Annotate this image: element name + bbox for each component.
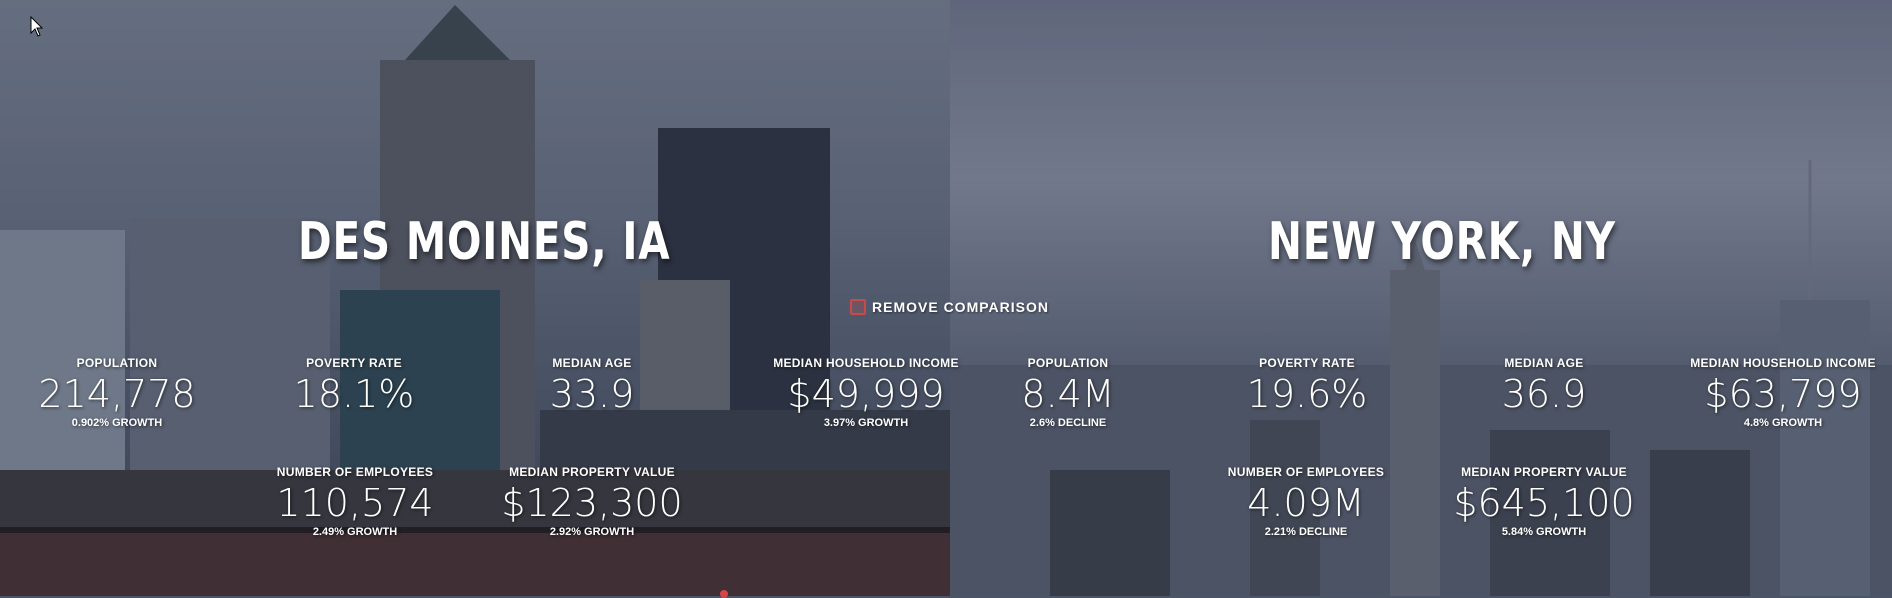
stat-label: MEDIAN AGE [552, 356, 632, 370]
stat-value: 33.9 [549, 372, 635, 416]
stat-population-right: POPULATION 8.4M 2.6% DECLINE [948, 356, 1188, 429]
stat-label: POPULATION [76, 356, 158, 370]
stat-label: POPULATION [1027, 356, 1109, 370]
stat-median-age-right: MEDIAN AGE 36.9 [1424, 356, 1664, 417]
stat-label: NUMBER OF EMPLOYEES [276, 465, 434, 479]
stat-median-household-income-right: MEDIAN HOUSEHOLD INCOME $63,799 4.8% GRO… [1663, 356, 1892, 429]
indicator-dot [720, 590, 728, 598]
stat-median-property-value-left: MEDIAN PROPERTY VALUE $123,300 2.92% GRO… [472, 465, 712, 538]
stat-value: 18.1% [293, 372, 415, 416]
stat-number-of-employees-right: NUMBER OF EMPLOYEES 4.09M 2.21% DECLINE [1186, 465, 1426, 538]
stat-value: $63,799 [1704, 372, 1862, 416]
stat-value: 36.9 [1501, 372, 1587, 416]
stat-value: $123,300 [501, 481, 683, 525]
stat-poverty-rate-right: POVERTY RATE 19.6% [1187, 356, 1427, 417]
stat-label: NUMBER OF EMPLOYEES [1227, 465, 1385, 479]
city-title-left: DES MOINES, IA [298, 212, 671, 272]
city-title-right: NEW YORK, NY [1268, 212, 1616, 272]
stat-change: 2.6% DECLINE [1029, 417, 1107, 429]
stat-value: 110,574 [276, 481, 434, 525]
remove-comparison-button[interactable]: REMOVE COMPARISON [850, 299, 1049, 315]
stat-change: 4.8% GROWTH [1743, 417, 1823, 429]
stat-change: 0.902% GROWTH [71, 417, 163, 429]
stat-value: 19.6% [1246, 372, 1368, 416]
stat-label: POVERTY RATE [306, 356, 402, 370]
stat-change: 2.92% GROWTH [549, 526, 635, 538]
stat-median-property-value-right: MEDIAN PROPERTY VALUE $645,100 5.84% GRO… [1424, 465, 1664, 538]
stat-poverty-rate-left: POVERTY RATE 18.1% [234, 356, 474, 417]
stat-label: MEDIAN PROPERTY VALUE [509, 465, 675, 479]
remove-comparison-label: REMOVE COMPARISON [872, 299, 1049, 315]
stat-label: POVERTY RATE [1259, 356, 1355, 370]
stat-population-left: POPULATION 214,778 0.902% GROWTH [0, 356, 237, 429]
stat-change: 5.84% GROWTH [1501, 526, 1587, 538]
remove-icon [850, 299, 866, 315]
stat-label: MEDIAN AGE [1504, 356, 1584, 370]
stat-value: 214,778 [38, 372, 196, 416]
stat-value: $645,100 [1453, 481, 1635, 525]
stat-median-age-left: MEDIAN AGE 33.9 [472, 356, 712, 417]
stat-number-of-employees-left: NUMBER OF EMPLOYEES 110,574 2.49% GROWTH [235, 465, 475, 538]
stat-value: 4.09M [1247, 481, 1365, 525]
stat-change: 2.21% DECLINE [1264, 526, 1348, 538]
mouse-cursor-icon [30, 16, 44, 37]
stat-label: MEDIAN HOUSEHOLD INCOME [1690, 356, 1876, 370]
stat-change: 2.49% GROWTH [312, 526, 398, 538]
stat-label: MEDIAN PROPERTY VALUE [1461, 465, 1627, 479]
stat-value: 8.4M [1021, 372, 1115, 416]
